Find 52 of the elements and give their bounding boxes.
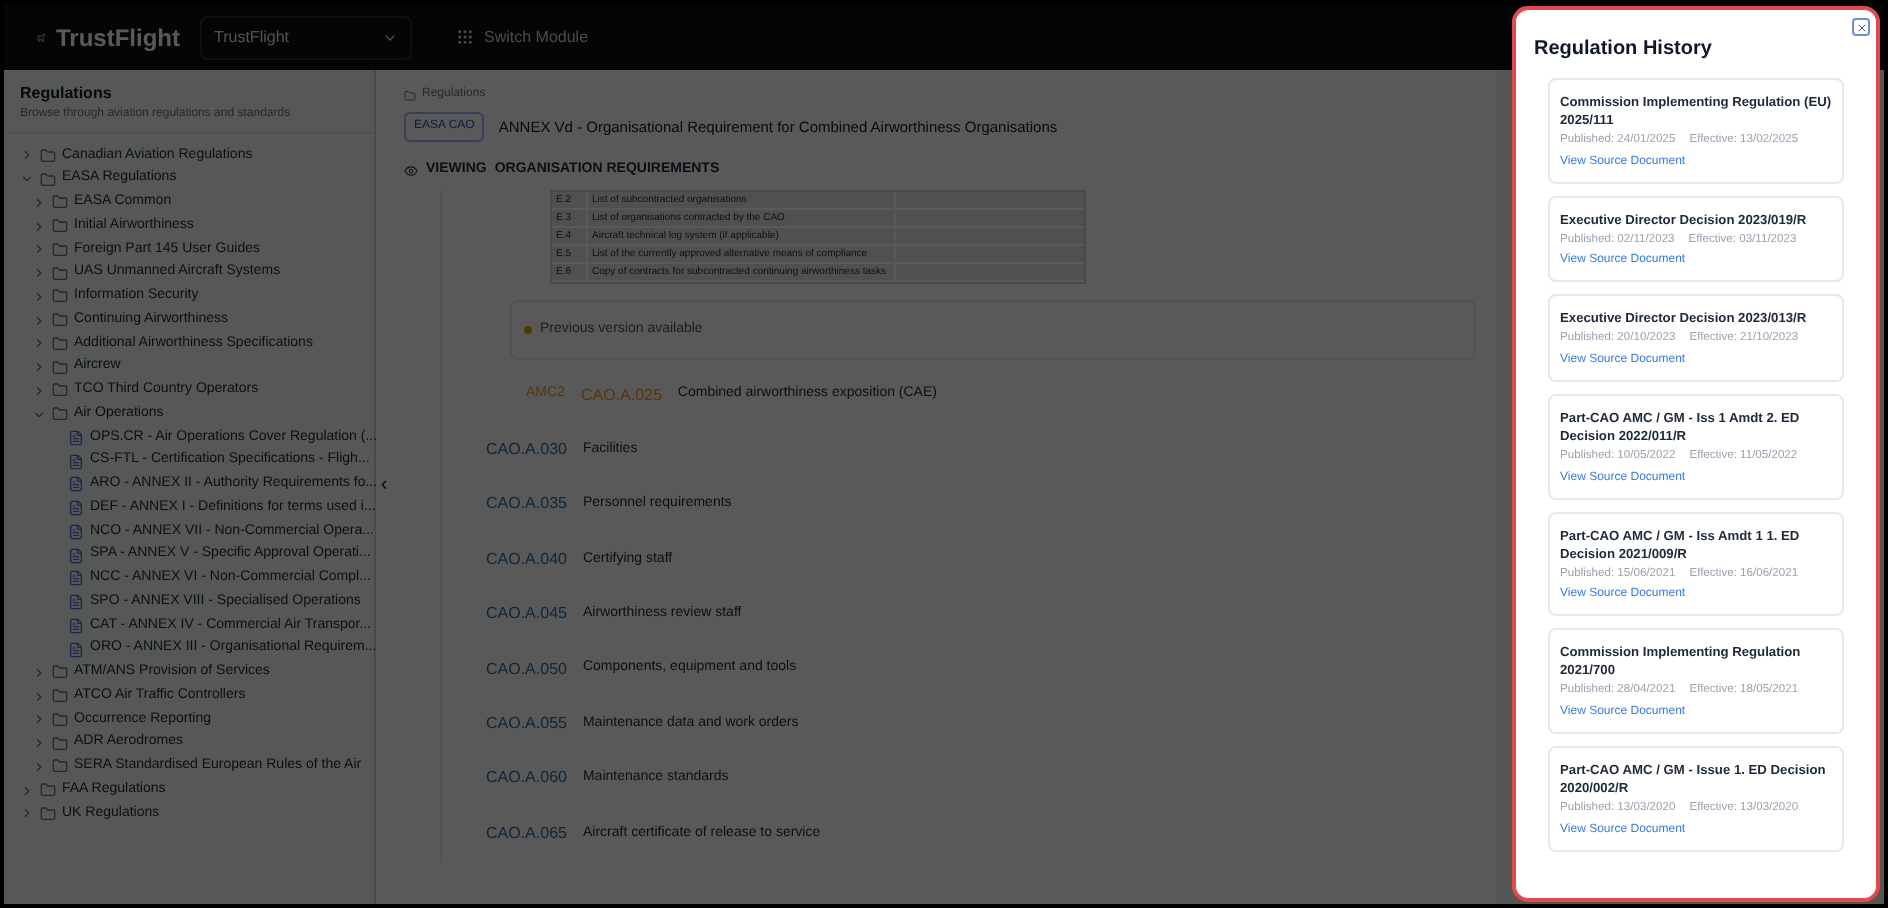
- section-code: CAO.A.030: [486, 438, 567, 463]
- document-icon: [68, 500, 84, 517]
- sidebar-title: Regulations: [20, 82, 114, 106]
- folder-icon: [52, 312, 68, 329]
- folder-icon: [40, 805, 56, 822]
- folder-icon: [404, 89, 416, 101]
- folder-icon: [52, 688, 68, 705]
- document-icon: [68, 594, 84, 611]
- folder-icon: [52, 194, 68, 211]
- folder-icon: [52, 335, 68, 352]
- document-icon: [68, 617, 84, 634]
- eye-icon: [404, 163, 418, 177]
- folder-icon: [52, 382, 68, 399]
- grid-icon: [456, 28, 474, 46]
- collapse-sidebar-button[interactable]: ‹: [376, 474, 392, 498]
- document-icon: [68, 641, 84, 658]
- folder-icon: [52, 664, 68, 681]
- chevron-down-icon: [20, 172, 34, 187]
- section-code: CAO.A.050: [486, 657, 567, 682]
- panel-title: Regulation History: [1534, 36, 1712, 64]
- section-code: CAO.A.065: [486, 821, 567, 846]
- folder-icon: [52, 288, 68, 305]
- folder-icon: [52, 758, 68, 775]
- folder-icon: [52, 218, 68, 235]
- folder-icon: [52, 711, 68, 728]
- document-icon: [68, 429, 84, 446]
- folder-icon: [40, 782, 56, 799]
- document-icon: [68, 453, 84, 470]
- section-code: CAO.A.045: [486, 602, 567, 627]
- section-code: CAO.A.025: [580, 383, 662, 408]
- folder-icon: [52, 265, 68, 282]
- folder-icon: [52, 735, 68, 752]
- document-icon: [68, 476, 84, 493]
- folder-icon: [52, 406, 68, 423]
- folder-icon: [52, 241, 68, 258]
- chevron-right-icon: [20, 148, 34, 163]
- switch-module-button[interactable]: Switch Module: [456, 25, 589, 49]
- section-code: CAO.A.060: [486, 766, 567, 791]
- folder-icon: [40, 147, 56, 164]
- folder-icon: [52, 359, 68, 376]
- document-icon: [68, 547, 84, 564]
- section-code: CAO.A.040: [486, 547, 567, 572]
- folder-icon: [40, 171, 56, 188]
- close-icon: [1855, 21, 1867, 33]
- logo-text: TrustFlight: [56, 21, 180, 55]
- organisation-select[interactable]: TrustFlight: [200, 15, 412, 59]
- close-button[interactable]: [1852, 18, 1870, 36]
- chevron-down-icon: [32, 407, 46, 422]
- document-icon: [68, 523, 84, 540]
- section-code: CAO.A.055: [486, 712, 567, 737]
- section-code: CAO.A.035: [486, 492, 567, 517]
- document-icon: [68, 570, 84, 587]
